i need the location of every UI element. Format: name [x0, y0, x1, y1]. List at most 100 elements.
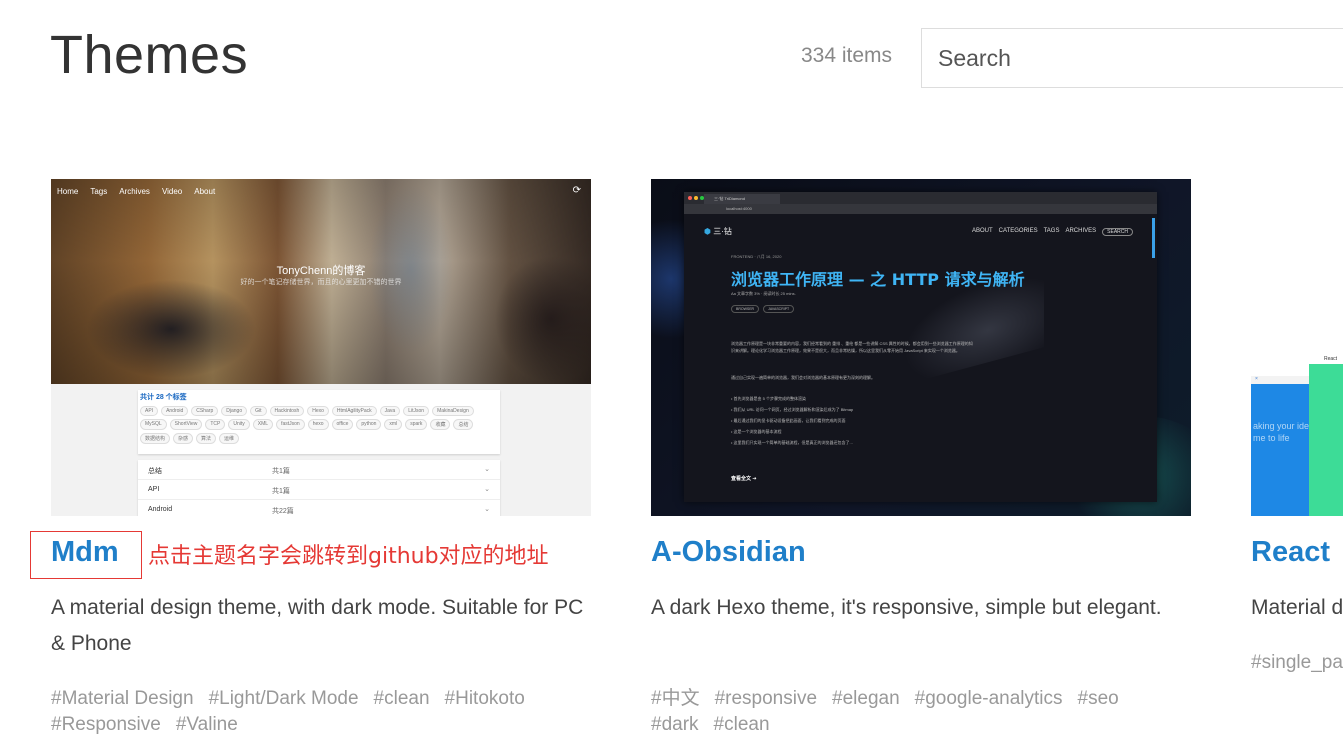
annotation-highlight-box	[30, 531, 142, 579]
theme-tag[interactable]: #Responsive	[51, 712, 161, 738]
theme-tag[interactable]: #google-analytics	[915, 686, 1063, 712]
theme-card-a-obsidian: 三·钻 TriDiamond localhost:4000 ⬢ 三·钻 ABOU…	[651, 179, 1191, 735]
post-bullet-text: 首先浏览器是由 5 个步骤完成的整体渲染	[733, 396, 806, 401]
thumbnail-nav-item: Tags	[90, 187, 108, 196]
thumbnail-tag-row: API 共1篇 ⌄	[138, 480, 500, 500]
site-search-pill: SEARCH	[1102, 228, 1133, 236]
thumbnail-blog-title: TonyChenn的博客	[276, 265, 366, 277]
thumbnail-tag-chip: XML	[252, 419, 274, 430]
site-nav-item: ABOUT	[972, 228, 993, 234]
thumbnail-tag-row: 总结 共1篇 ⌄	[138, 460, 500, 480]
browser-url-bar: localhost:4000	[684, 204, 1157, 214]
item-count: 334 items	[801, 44, 893, 67]
thumbnail-tag-chip: fastJson	[276, 419, 305, 430]
thumbnail-tag-chip: xml	[384, 419, 403, 430]
theme-thumbnail[interactable]: Home Tags Archives Video About ⟳ TonyChe…	[51, 179, 591, 516]
theme-tag[interactable]: #中文	[651, 686, 700, 712]
post-chip: JAVASCRIPT	[763, 305, 795, 313]
browser-tab-bar: 三·钻 TriDiamond	[684, 192, 1157, 204]
theme-tag[interactable]: #responsive	[715, 686, 817, 712]
theme-tag[interactable]: #seo	[1078, 686, 1119, 712]
theme-description: A dark Hexo theme, it's responsive, simp…	[651, 596, 1162, 619]
browser-tab: 三·钻 TriDiamond	[704, 194, 780, 204]
post-bullet-text: 这里我们只实现一个简单的基础流程，但是真正的浏览器还包含了...	[733, 440, 853, 445]
theme-tag[interactable]: #Light/Dark Mode	[209, 686, 359, 712]
thumbnail-nav-item: Home	[57, 187, 79, 196]
thumbnail-nav: Home Tags Archives Video About	[57, 187, 215, 196]
thumbnail-tag-rows: 总结 共1篇 ⌄ API 共1篇 ⌄ Android 共22篇 ⌄	[138, 460, 500, 516]
theme-card-react: × aking your ide me to life React React …	[1251, 179, 1343, 747]
theme-tags: #single_pa	[1251, 650, 1343, 676]
thumbnail-tag-chip: office	[331, 419, 354, 430]
post-bullet: • 我们从 URL 访问一个网页，经过浏览器解析和渲染后成为了 Bitmap	[731, 407, 854, 412]
thumbnail-blue-text: aking your ide me to life	[1253, 421, 1310, 443]
theme-tag[interactable]: #elegan	[832, 686, 900, 712]
thumbnail-tag-chip: HtmlAgilityPack	[331, 406, 377, 416]
minimize-dot-icon	[694, 196, 698, 200]
thumbnail-green-panel: React	[1309, 356, 1343, 516]
theme-name-link[interactable]: A-Obsidian	[651, 536, 806, 569]
theme-name-link[interactable]: React	[1251, 536, 1330, 569]
row-count: 共22篇	[272, 508, 294, 515]
row-name: API	[148, 486, 160, 493]
theme-tag[interactable]: #Valine	[176, 712, 238, 738]
thumbnail-window-bar: ×	[1251, 376, 1309, 384]
thumbnail-tag-chip: hexo	[307, 419, 329, 430]
row-name: 总结	[148, 468, 162, 475]
theme-tag[interactable]: #Hitokoto	[445, 686, 525, 712]
theme-tag[interactable]: #clean	[714, 712, 770, 738]
site-nav-item: ARCHIVES	[1065, 228, 1097, 234]
post-bullet: • 这是一个浏览器的基本流程	[731, 429, 782, 434]
browser-url: localhost:4000	[726, 206, 752, 211]
thumbnail-tag-row: Android 共22篇 ⌄	[138, 500, 500, 516]
theme-thumbnail[interactable]: × aking your ide me to life React	[1251, 179, 1343, 516]
site-logo-text: 三·钻	[713, 227, 732, 236]
thumbnail-tag-chip: MakinaDesign	[432, 406, 474, 416]
thumbnail-tag-chip: Android	[161, 406, 189, 416]
thumbnail-tag-chip: 算法	[196, 433, 217, 444]
scrollbar	[1152, 218, 1155, 258]
theme-tag[interactable]: #clean	[374, 686, 430, 712]
thumbnail-tag-chip: MySQL	[140, 419, 167, 430]
post-paragraph: 浏览器工作原理是一块非常重要的内容，我们经常看到的 重排 、重绘 都是一些讲解 …	[731, 341, 973, 353]
post-chips: BROWSER JAVASCRIPT	[731, 305, 795, 313]
post-bullet: • 这里我们只实现一个简单的基础流程，但是真正的浏览器还包含了...	[731, 440, 853, 445]
thumbnail-tag-chip: Django	[221, 406, 248, 416]
site-nav: ABOUT CATEGORIES TAGS ARCHIVES SEARCH	[972, 228, 1133, 236]
post-bullet: • 首先浏览器是由 5 个步骤完成的整体渲染	[731, 396, 806, 401]
thumbnail-green-label: React	[1324, 356, 1338, 362]
thumbnail-tag-chip: 总结	[453, 419, 474, 430]
theme-thumbnail[interactable]: 三·钻 TriDiamond localhost:4000 ⬢ 三·钻 ABOU…	[651, 179, 1191, 516]
thumbnail-tag-chip: 杂感	[173, 433, 194, 444]
thumbnail-tag-chip: Unity	[228, 419, 250, 430]
refresh-icon: ⟳	[572, 185, 581, 196]
post-bullet-text: 我们从 URL 访问一个网页，经过浏览器解析和渲染后成为了 Bitmap	[733, 407, 854, 412]
thumbnail-nav-item: About	[194, 187, 216, 196]
thumbnail-tag-chip: LitJson	[403, 406, 430, 416]
thumbnail-tag-chip: python	[356, 419, 382, 430]
theme-tag[interactable]: #single_pa	[1251, 650, 1343, 676]
post-stats: Aa 文章字数 3% · 阅读时长 25 mins.	[731, 291, 796, 296]
thumbnail-blog-subtitle: 好的一个笔记存储世界，而且的心里更加不错的世界	[240, 279, 402, 286]
themes-page: Themes 334 items Home Tags Archives Vide…	[0, 0, 1343, 747]
browser-window-screenshot: 三·钻 TriDiamond localhost:4000 ⬢ 三·钻 ABOU…	[684, 192, 1157, 502]
thumbnail-tag-chips: API Android CSharp Django Git Hackintosh Hexo H…	[140, 406, 496, 444]
annotation-text: 点击主题名字会跳转到github对应的地址	[148, 544, 549, 569]
thumbnail-tag-chip: CSharp	[191, 406, 219, 416]
post-paragraph: 通过自己实现一遍简单的浏览器，我们会对浏览器的基本原理有更为深刻的理解。	[731, 375, 875, 380]
search-input[interactable]	[921, 28, 1343, 88]
row-count: 共1篇	[272, 468, 290, 475]
thumbnail-tag-chip: TCP	[205, 419, 226, 430]
thumbnail-tag-chip: 数据结构	[140, 433, 171, 444]
thumbnail-nav-item: Archives	[119, 187, 150, 196]
theme-tag[interactable]: #Material Design	[51, 686, 194, 712]
row-count: 共1篇	[272, 488, 290, 495]
thumbnail-tag-panel: 共计 28 个标签 API Android CSharp Django Git Hacki…	[138, 390, 500, 454]
theme-description: Material d	[1251, 596, 1343, 619]
theme-tag[interactable]: #dark	[651, 712, 699, 738]
post-bullet: • 最后通过我们的显卡驱动设备把此画面，让我们看到完成的页面	[731, 418, 846, 423]
thumbnail-tag-panel-title: 共计 28 个标签	[140, 394, 187, 401]
theme-tags: #Material Design #Light/Dark Mode #clean #H…	[51, 686, 591, 738]
cube-icon: ⬢	[704, 227, 711, 236]
close-dot-icon	[688, 196, 692, 200]
